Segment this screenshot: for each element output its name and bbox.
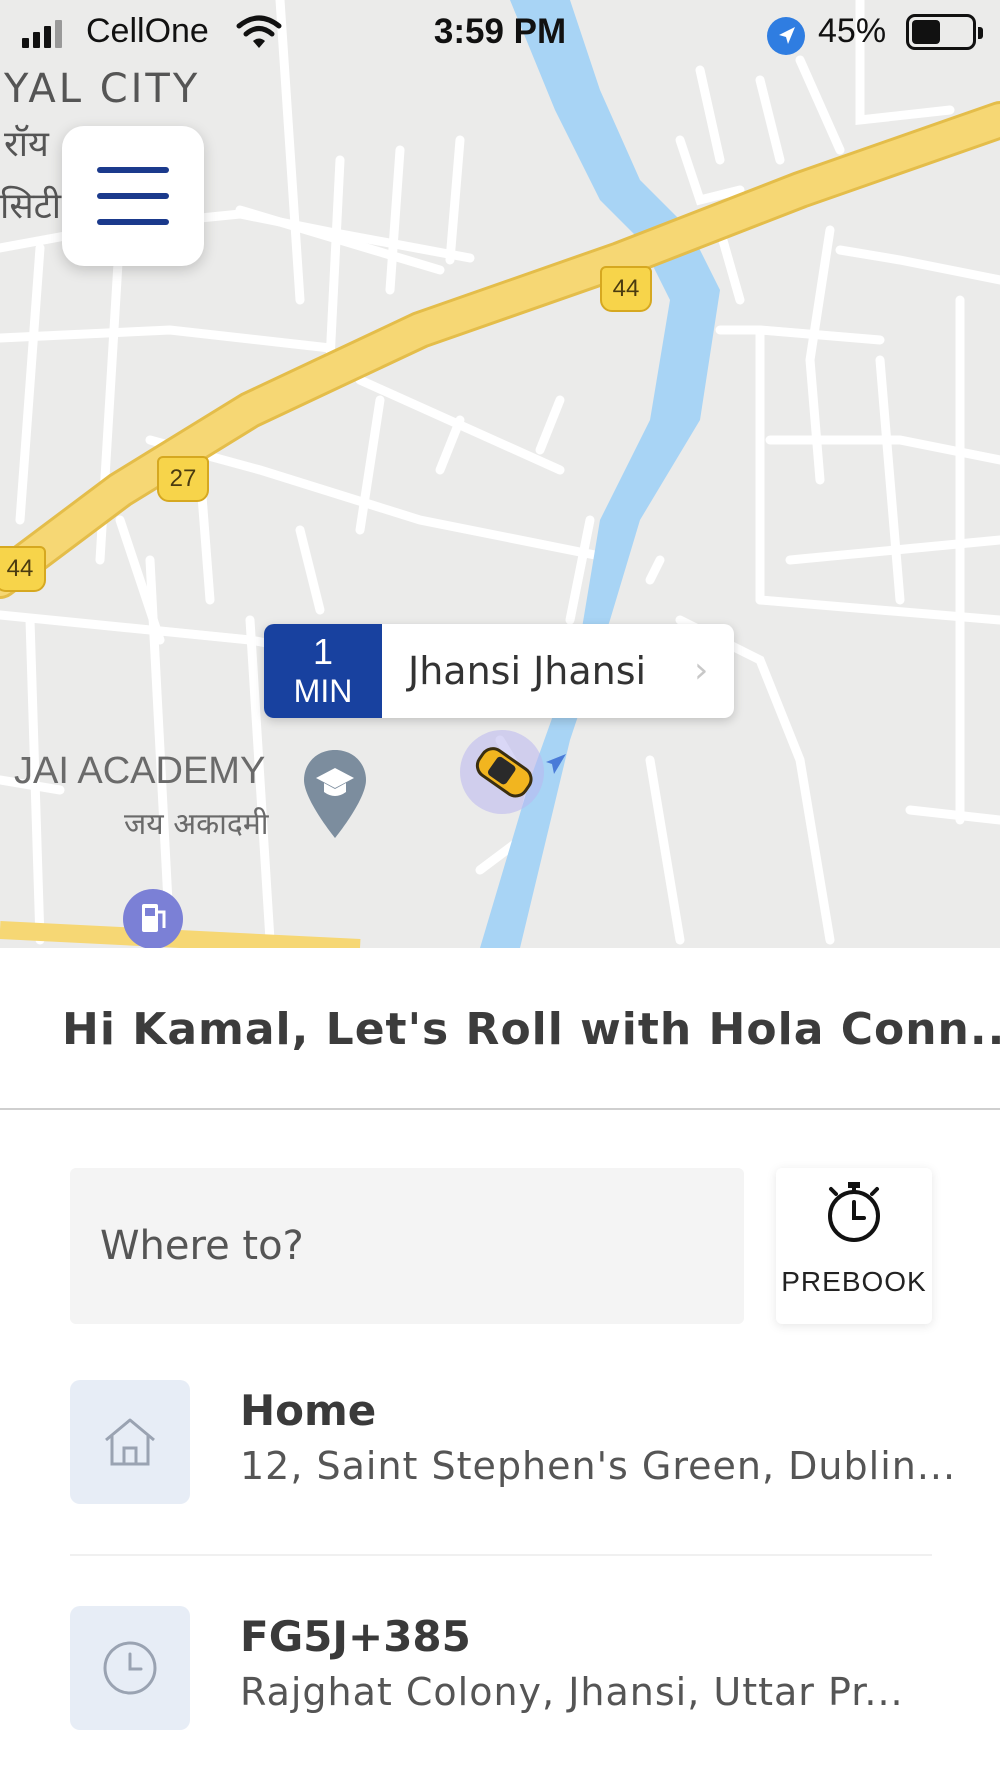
map-city-hindi-label: रॉय xyxy=(4,124,49,165)
saved-place-home[interactable]: Home 12, Saint Stephen's Green, Dublin..… xyxy=(70,1380,955,1504)
hamburger-menu-button[interactable] xyxy=(62,126,204,266)
fuel-station-icon[interactable] xyxy=(122,888,184,948)
eta-badge: 1 MIN xyxy=(264,624,382,718)
chevron-right-icon: › xyxy=(694,650,709,691)
saved-place-title: FG5J+385 xyxy=(240,1612,471,1661)
hamburger-menu-icon xyxy=(97,193,169,199)
eta-place-label: Jhansi Jhansi xyxy=(408,649,647,693)
saved-place-title: Home xyxy=(240,1386,377,1435)
school-pin-icon[interactable] xyxy=(302,748,368,840)
divider xyxy=(70,1554,932,1556)
map-view[interactable]: 44 27 44 YAL CITY रॉय सिटी JAI ACADEMY ज… xyxy=(0,0,1000,948)
stopwatch-icon xyxy=(828,1182,880,1242)
map-city-label: YAL CITY xyxy=(4,66,201,112)
home-icon-box xyxy=(70,1380,190,1504)
hamburger-menu-icon xyxy=(97,219,169,225)
clock-icon-box xyxy=(70,1606,190,1730)
prebook-label: PREBOOK xyxy=(781,1266,927,1297)
route-shield: 44 xyxy=(0,546,46,592)
greeting-banner: Hi Kamal, Let's Roll with Hola Conn... xyxy=(0,948,1000,1110)
battery-percent: 45% xyxy=(818,12,887,50)
prebook-button[interactable]: PREBOOK xyxy=(776,1168,932,1324)
route-shield: 44 xyxy=(600,266,652,312)
battery-icon xyxy=(906,14,983,50)
saved-place-address: 12, Saint Stephen's Green, Dublin... xyxy=(240,1444,957,1488)
eta-unit: MIN xyxy=(293,673,353,709)
where-to-field[interactable] xyxy=(70,1168,744,1324)
clock-icon xyxy=(103,1641,157,1695)
saved-place-recent[interactable]: FG5J+385 Rajghat Colony, Jhansi, Uttar P… xyxy=(70,1606,932,1730)
map-poi-hindi-label: जय अकादमी xyxy=(124,807,269,842)
home-icon xyxy=(105,1418,155,1466)
saved-place-address: Rajghat Colony, Jhansi, Uttar Pr... xyxy=(240,1670,904,1714)
car-location-icon xyxy=(460,730,566,814)
location-arrow-icon xyxy=(767,17,805,55)
hamburger-menu-icon xyxy=(97,167,169,173)
eta-bubble[interactable]: 1 MIN Jhansi Jhansi › xyxy=(264,624,734,718)
map-city-hindi-label: सिटी xyxy=(0,186,62,227)
status-bar: CellOne 3:59 PM 45% xyxy=(0,0,1000,66)
eta-minutes: 1 xyxy=(312,631,334,672)
map-poi-label: JAI ACADEMY xyxy=(14,750,266,792)
where-to-input[interactable] xyxy=(100,1168,720,1324)
route-shield: 27 xyxy=(157,456,209,502)
greeting-text: Hi Kamal, Let's Roll with Hola Conn... xyxy=(62,1004,1000,1055)
